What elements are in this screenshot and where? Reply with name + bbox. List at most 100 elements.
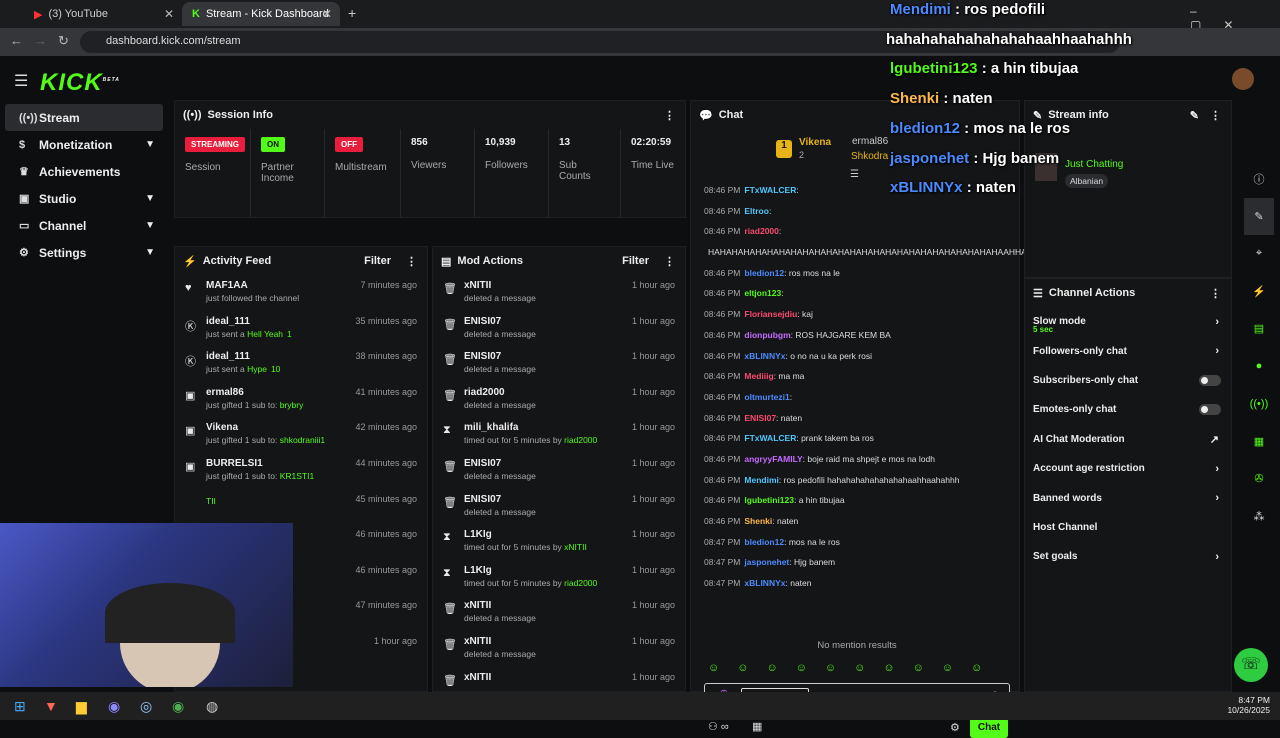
chat-username[interactable]: Mediiig bbox=[744, 371, 773, 381]
channel-action-item[interactable]: Banned words › bbox=[1025, 483, 1231, 512]
more-icon[interactable]: ⋮ bbox=[406, 255, 417, 268]
chat-username[interactable]: oltmurtezi1 bbox=[744, 392, 789, 402]
item-highlight[interactable]: xNITII bbox=[564, 542, 587, 552]
chat-username[interactable]: FTxWALCER bbox=[744, 185, 796, 195]
pencil-icon[interactable]: ✎ bbox=[1244, 197, 1274, 235]
emote-bar[interactable]: ☺☺☺☺☺☺☺☺☺☺ bbox=[708, 662, 1008, 674]
wrench-icon[interactable]: ✇ bbox=[1244, 460, 1274, 498]
item-time: 1 hour ago bbox=[631, 600, 675, 611]
sidebar-item-monetization[interactable]: $ Monetization ▼ bbox=[5, 131, 163, 158]
sidebar-item-studio[interactable]: ▣ Studio ▼ bbox=[5, 185, 163, 212]
apps-icon[interactable]: ⁂ bbox=[1244, 498, 1274, 536]
chat-username[interactable]: eltjon123 bbox=[744, 288, 781, 298]
leaderboard-user[interactable]: Vikena bbox=[799, 137, 831, 148]
stat-label: Followers bbox=[485, 160, 528, 171]
chat-username[interactable]: bledion12 bbox=[744, 537, 784, 547]
sidebar-item-channel[interactable]: ▭ Channel ▼ bbox=[5, 212, 163, 239]
broadcast-icon[interactable]: ((•)) bbox=[1244, 385, 1274, 423]
item-highlight[interactable]: brybry bbox=[280, 400, 304, 410]
filter-button[interactable]: Filter bbox=[364, 255, 391, 267]
chat-username[interactable]: riad2000 bbox=[744, 226, 779, 236]
chat-username[interactable]: jasponehet bbox=[744, 557, 789, 567]
chat-username[interactable]: ENISI07 bbox=[744, 413, 776, 423]
lightning-icon[interactable]: ⚡ bbox=[1244, 273, 1274, 311]
reload-icon[interactable]: ↻ bbox=[58, 33, 69, 49]
brave-icon[interactable]: ▼ bbox=[44, 698, 58, 714]
chat-username[interactable]: FTxWALCER bbox=[744, 433, 796, 443]
item-highlight[interactable]: riad2000 bbox=[564, 435, 597, 445]
app-icon[interactable]: ◉ bbox=[108, 698, 120, 715]
crosshair-icon[interactable]: ⌖ bbox=[1244, 235, 1274, 273]
users-icon[interactable]: ⚇ ∞ bbox=[708, 720, 729, 733]
chat-username[interactable]: bledion12 bbox=[744, 268, 784, 278]
chat-username[interactable]: Eltroo bbox=[744, 206, 769, 216]
chat-username[interactable]: angryyFAMILY bbox=[744, 454, 802, 464]
item-highlight[interactable]: Hell Yeah bbox=[247, 329, 283, 339]
kick-logo[interactable]: KICKBETA bbox=[40, 69, 120, 97]
chat-send-button[interactable]: Chat bbox=[970, 718, 1008, 738]
folder-icon[interactable]: ▆ bbox=[76, 698, 87, 715]
back-icon[interactable]: ← bbox=[10, 33, 23, 48]
pin-icon[interactable]: ☰ bbox=[850, 169, 859, 180]
item-highlight[interactable]: riad2000 bbox=[564, 578, 597, 588]
clock[interactable]: 8:47 PM 10/26/2025 bbox=[1227, 695, 1270, 715]
leaderboard-user[interactable]: ermal86 bbox=[852, 136, 888, 147]
filter-button[interactable]: Filter bbox=[622, 255, 649, 267]
item-highlight[interactable]: shkodraniii1 bbox=[280, 435, 325, 445]
toggle-switch[interactable] bbox=[1199, 374, 1221, 386]
chat-username[interactable]: dionpubgm bbox=[744, 330, 790, 340]
sidebar-item-stream[interactable]: ((•)) Stream bbox=[5, 104, 163, 131]
gear-icon[interactable]: ⚙ bbox=[950, 721, 960, 734]
channel-action-item[interactable]: Set goals › bbox=[1025, 542, 1231, 571]
category-link[interactable]: Just Chatting bbox=[1065, 159, 1123, 170]
more-icon[interactable]: ⋮ bbox=[1210, 109, 1221, 122]
stream-tag[interactable]: Albanian bbox=[1065, 174, 1109, 188]
store-icon[interactable]: ▦ bbox=[752, 720, 762, 733]
chat-username[interactable]: xBLINNYx bbox=[744, 578, 785, 588]
item-detail: deleted a message bbox=[464, 400, 685, 410]
tab-youtube[interactable]: ▶ (3) YouTube ✕ bbox=[24, 2, 182, 26]
chat-message: 08:47 PM bledion12: mos na le ros bbox=[704, 532, 1004, 553]
channel-action-item[interactable]: Host Channel bbox=[1025, 513, 1231, 542]
chat-icon[interactable]: ● bbox=[1244, 348, 1274, 386]
item-time: 41 minutes ago bbox=[355, 386, 417, 397]
new-tab-icon[interactable]: + bbox=[348, 5, 356, 21]
pencil-icon[interactable]: ✎ bbox=[1190, 109, 1199, 122]
chat-username[interactable]: Mendimi bbox=[744, 475, 778, 485]
channel-action-item[interactable]: AI Chat Moderation ↗ bbox=[1025, 425, 1231, 454]
item-highlight[interactable]: Hype bbox=[247, 364, 267, 374]
toggle-switch[interactable] bbox=[1199, 404, 1221, 416]
chat-username[interactable]: lgubetini123 bbox=[744, 495, 794, 505]
channel-action-item[interactable]: Account age restriction › bbox=[1025, 454, 1231, 483]
windows-icon[interactable]: ⊞ bbox=[14, 698, 26, 715]
close-icon[interactable]: ✕ bbox=[322, 7, 332, 21]
menu-icon[interactable]: ☰ bbox=[14, 71, 28, 91]
document-icon[interactable]: ▤ bbox=[1244, 310, 1274, 348]
channel-action-item[interactable]: Emotes-only chat bbox=[1025, 395, 1231, 424]
support-icon[interactable]: ☏ bbox=[1234, 648, 1268, 682]
channel-action-item[interactable]: Subscribers-only chat bbox=[1025, 366, 1231, 395]
tab-kick[interactable]: K Stream - Kick Dashboard ✕ bbox=[182, 2, 340, 26]
more-icon[interactable]: ⋮ bbox=[664, 109, 675, 122]
item-highlight[interactable]: TII bbox=[206, 496, 216, 506]
channel-action-item[interactable]: Slow mode 5 sec › bbox=[1025, 307, 1231, 336]
layout-icon[interactable]: ▦ bbox=[1244, 423, 1274, 461]
obs-icon[interactable]: ◍ bbox=[206, 698, 218, 715]
sidebar-item-settings[interactable]: ⚙ Settings ▼ bbox=[5, 239, 163, 266]
avatar[interactable] bbox=[1232, 68, 1254, 90]
item-highlight[interactable]: KR1STI1 bbox=[280, 471, 315, 481]
close-icon[interactable]: ✕ bbox=[164, 7, 174, 21]
chat-username[interactable]: Floriansejdiu bbox=[744, 309, 797, 319]
steam-icon[interactable]: ◎ bbox=[140, 698, 152, 715]
info-icon[interactable]: ⓘ bbox=[1244, 160, 1274, 198]
forward-icon[interactable]: → bbox=[34, 33, 47, 48]
chrome-icon[interactable]: ◉ bbox=[172, 698, 184, 715]
leaderboard-user[interactable]: Shkodra bbox=[851, 151, 888, 162]
chat-username[interactable]: Shenki bbox=[744, 516, 772, 526]
chat-username[interactable]: xBLINNYx bbox=[744, 351, 785, 361]
sidebar-item-achievements[interactable]: ♛ Achievements bbox=[5, 158, 163, 185]
more-icon[interactable]: ⋮ bbox=[664, 255, 675, 268]
more-icon[interactable]: ⋮ bbox=[1210, 287, 1221, 300]
channel-action-item[interactable]: Followers-only chat › bbox=[1025, 336, 1231, 365]
item-icon: 🗑 bbox=[443, 354, 457, 367]
